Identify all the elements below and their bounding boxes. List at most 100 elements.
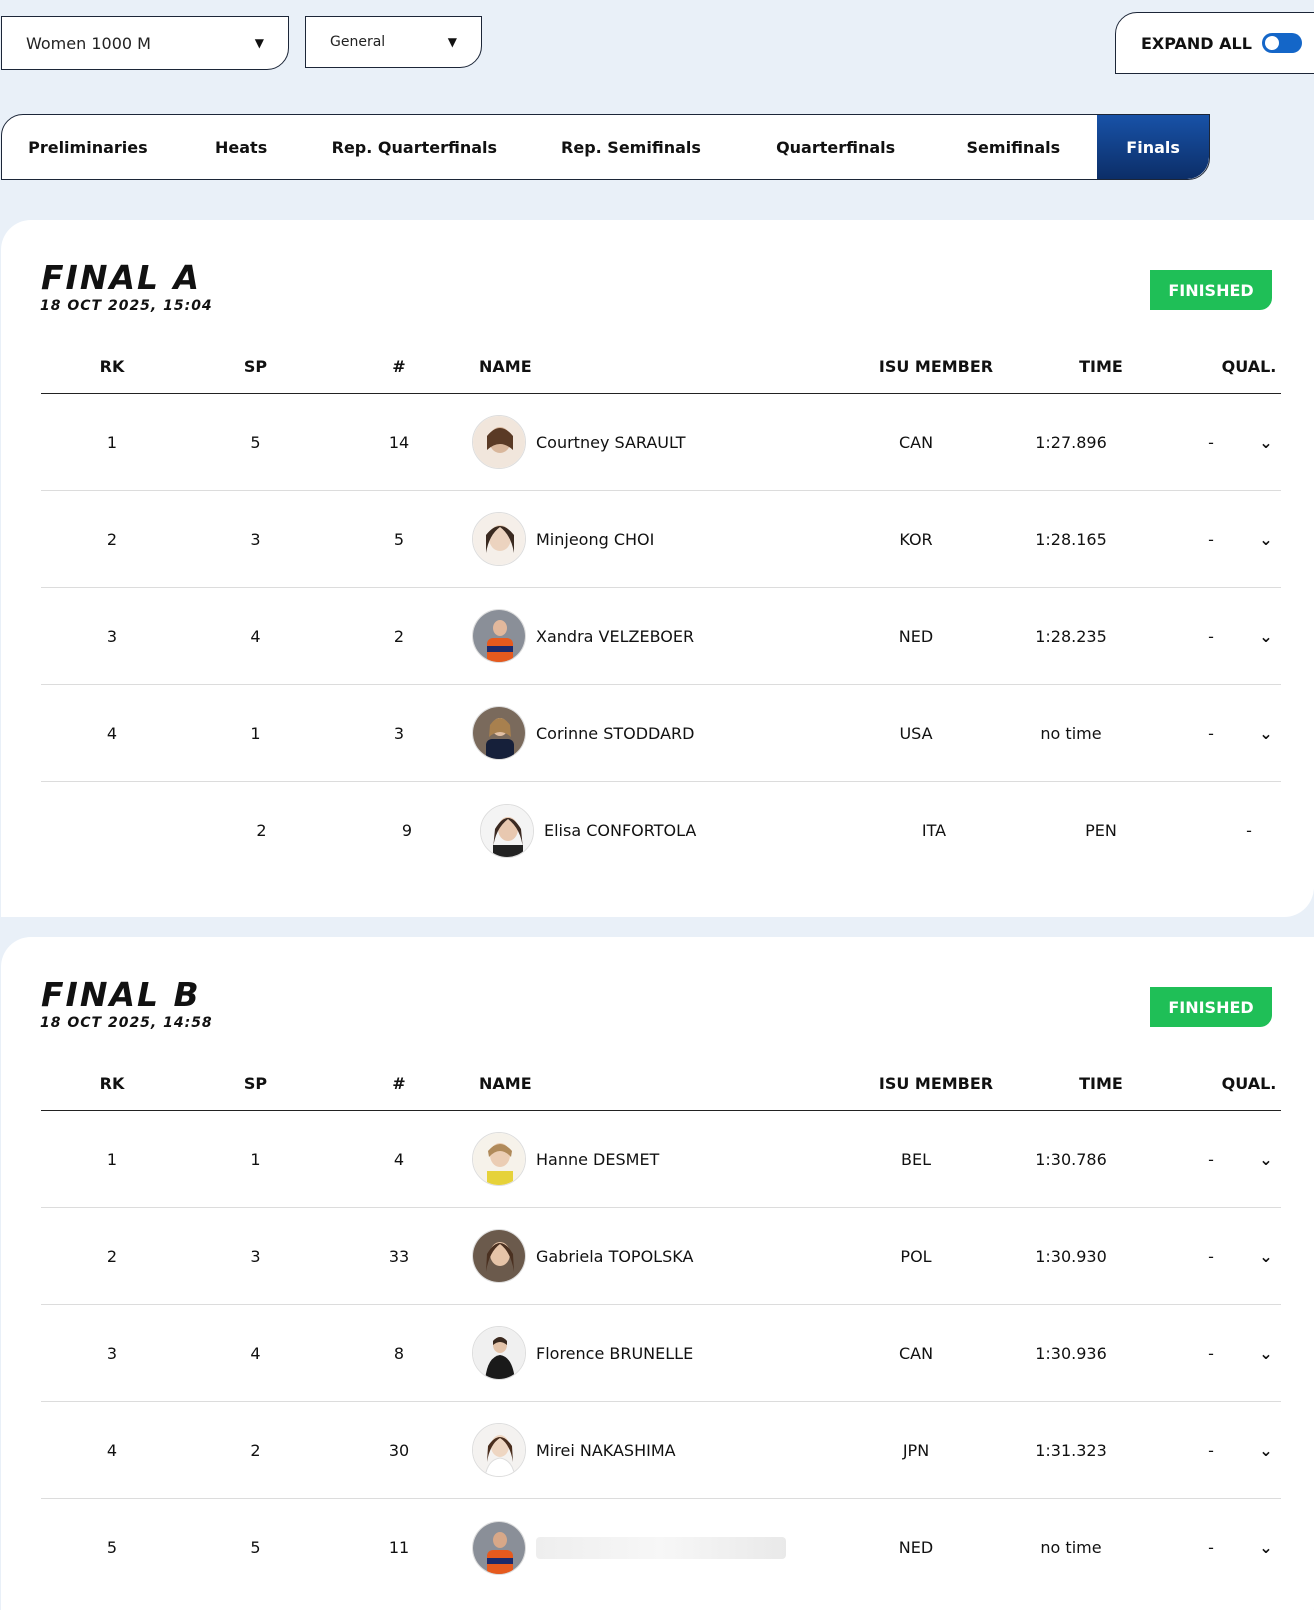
athlete: Elisa CONFORTOLA [480, 782, 860, 879]
athlete-name[interactable]: Gabriela TOPOLSKA [536, 1247, 693, 1266]
chevron-down-icon[interactable]: ⌄ [1251, 1208, 1281, 1304]
caret-down-icon: ▼ [254, 36, 264, 50]
athlete-name[interactable]: Xandra VELZEBOER [536, 627, 694, 646]
tab-rep-quarterfinals[interactable]: Rep. Quarterfinals [309, 115, 521, 179]
avatar [472, 415, 526, 469]
final-a-card: FINAL A 18 OCT 2025, 15:04 FINISHED RK S… [1, 220, 1314, 917]
classification-select-value: General [330, 34, 386, 50]
race-time: no time [1040, 723, 1102, 743]
col-name: NAME [479, 1074, 532, 1093]
chevron-down-icon[interactable]: ⌄ [1251, 588, 1281, 684]
tab-rep-semifinals[interactable]: Rep. Semifinals [520, 115, 742, 179]
col-qual: QUAL. [1221, 357, 1277, 376]
table-row[interactable]: 4 2 30 Mirei NAKASHIMA JPN 1:31.323 - ⌄ [41, 1402, 1281, 1499]
bib-number: 2 [393, 626, 405, 646]
rank: 3 [106, 1343, 118, 1363]
table-row[interactable]: 5 5 11 NED no time - ⌄ [41, 1499, 1281, 1596]
table-row[interactable]: 2 3 33 Gabriela TOPOLSKA POL 1:30.930 - … [41, 1208, 1281, 1305]
round-tabs: Preliminaries Heats Rep. Quarterfinals R… [1, 114, 1210, 180]
athlete-name[interactable]: Elisa CONFORTOLA [544, 821, 696, 840]
athlete-name[interactable]: Mirei NAKASHIMA [536, 1441, 676, 1460]
results-list: 1 5 14 Courtney SARAULT CAN 1:27.896 - ⌄… [41, 394, 1281, 879]
table-row[interactable]: 1 5 14 Courtney SARAULT CAN 1:27.896 - ⌄ [41, 394, 1281, 491]
athlete-name[interactable]: Florence BRUNELLE [536, 1344, 693, 1363]
tab-preliminaries[interactable]: Preliminaries [2, 115, 174, 179]
tab-heats[interactable]: Heats [174, 115, 309, 179]
toggle-switch-icon[interactable] [1261, 33, 1302, 53]
isu-member: ITA [921, 821, 947, 840]
col-number: # [392, 1074, 406, 1093]
col-sp: SP [243, 357, 268, 376]
athlete-name[interactable]: Corinne STODDARD [536, 724, 694, 743]
isu-member: POL [900, 1246, 932, 1266]
bib-number: 3 [393, 723, 405, 743]
start-position: 3 [250, 1246, 261, 1266]
tab-finals[interactable]: Finals [1097, 115, 1209, 179]
expand-all-label: EXPAND ALL [1141, 33, 1252, 53]
col-qual: QUAL. [1221, 1074, 1277, 1093]
col-rk: RK [99, 1074, 125, 1093]
race-time: 1:30.786 [1035, 1149, 1107, 1169]
avatar [472, 1423, 526, 1477]
start-position: 1 [250, 723, 261, 743]
athlete: Courtney SARAULT [472, 394, 852, 490]
isu-member: JPN [902, 1440, 930, 1460]
chevron-down-icon[interactable]: ⌄ [1251, 685, 1281, 781]
event-select-value: Women 1000 M [26, 33, 151, 53]
rank: 4 [106, 723, 118, 743]
avatar [472, 1326, 526, 1380]
col-name: NAME [479, 357, 532, 376]
isu-member: NED [898, 626, 934, 646]
final-b-card: FINAL B 18 OCT 2025, 14:58 FINISHED RK S… [1, 937, 1314, 1610]
col-isu-member: ISU MEMBER [878, 357, 994, 376]
athlete: Gabriela TOPOLSKA [472, 1208, 852, 1304]
chevron-down-icon[interactable]: ⌄ [1251, 1402, 1281, 1498]
race-time: 1:30.930 [1035, 1246, 1107, 1266]
race-time: PEN [1085, 821, 1117, 840]
bib-number: 9 [401, 821, 413, 840]
table-row[interactable]: 3 4 2 Xandra VELZEBOER NED 1:28.235 - ⌄ [41, 588, 1281, 685]
table-row[interactable]: 4 1 3 Corinne STODDARD USA no time - ⌄ [41, 685, 1281, 782]
avatar [472, 706, 526, 760]
avatar [472, 609, 526, 663]
chevron-down-icon[interactable]: ⌄ [1251, 491, 1281, 587]
start-position: 3 [250, 529, 261, 549]
bib-number: 4 [393, 1149, 405, 1169]
bib-number: 30 [388, 1440, 410, 1460]
start-position: 4 [250, 1343, 261, 1363]
chevron-down-icon[interactable]: ⌄ [1251, 1305, 1281, 1401]
bib-number: 8 [393, 1343, 405, 1363]
chevron-down-icon[interactable]: ⌄ [1251, 1499, 1281, 1596]
final-date: 18 OCT 2025, 15:04 [40, 298, 213, 314]
athlete-name[interactable]: Minjeong CHOI [536, 530, 654, 549]
tab-semifinals[interactable]: Semifinals [929, 115, 1097, 179]
race-time: 1:28.165 [1035, 529, 1107, 549]
classification-select[interactable]: General ▼ [305, 16, 482, 68]
isu-member: KOR [899, 529, 933, 549]
expand-all-toggle[interactable]: EXPAND ALL [1115, 12, 1314, 74]
start-position: 2 [250, 1440, 261, 1460]
isu-member: CAN [898, 432, 934, 452]
tab-quarterfinals[interactable]: Quarterfinals [742, 115, 930, 179]
table-row[interactable]: 1 1 4 Hanne DESMET BEL 1:30.786 - ⌄ [41, 1111, 1281, 1208]
chevron-down-icon[interactable]: ⌄ [1251, 1111, 1281, 1207]
isu-member: BEL [901, 1149, 931, 1169]
table-row[interactable]: 2 3 5 Minjeong CHOI KOR 1:28.165 - ⌄ [41, 491, 1281, 588]
athlete-name[interactable]: Courtney SARAULT [536, 433, 686, 452]
event-select[interactable]: Women 1000 M ▼ [1, 16, 289, 70]
table-row[interactable]: 3 4 8 Florence BRUNELLE CAN 1:30.936 - ⌄ [41, 1305, 1281, 1402]
chevron-down-icon[interactable]: ⌄ [1251, 394, 1281, 490]
athlete: Corinne STODDARD [472, 685, 852, 781]
start-position: 5 [250, 1538, 261, 1557]
isu-member: USA [899, 723, 933, 743]
table-header: RK SP # NAME ISU MEMBER TIME QUAL. [41, 1057, 1281, 1111]
bib-number: 14 [388, 432, 410, 452]
athlete-name[interactable]: Hanne DESMET [536, 1150, 659, 1169]
isu-member: CAN [898, 1343, 934, 1363]
start-position: 4 [250, 626, 261, 646]
table-row: 2 9 Elisa CONFORTOLA ITA PEN - [41, 782, 1281, 879]
start-position: 1 [250, 1149, 261, 1169]
col-isu-member: ISU MEMBER [878, 1074, 994, 1093]
rank: 1 [106, 1149, 118, 1169]
athlete: Xandra VELZEBOER [472, 588, 852, 684]
